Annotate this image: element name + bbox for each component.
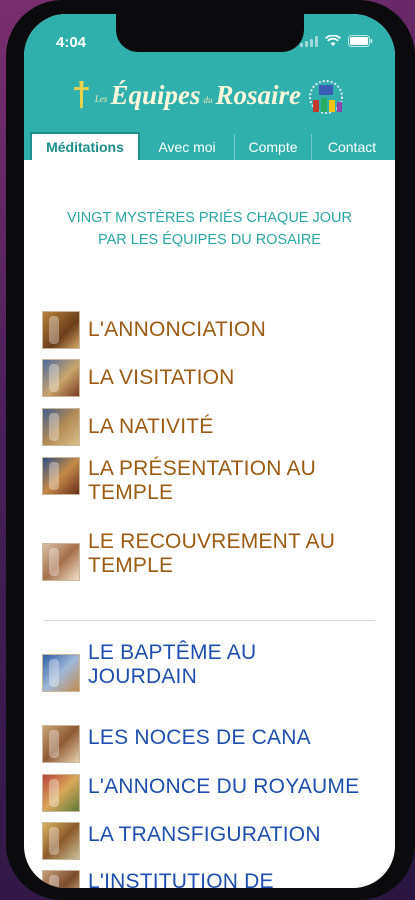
mystery-item-presentation[interactable]: LA PRÉSENTATION AU TEMPLE <box>42 457 358 505</box>
eucharistie-fresco-icon <box>42 870 80 888</box>
mystery-item-royaume[interactable]: L'ANNONCE DU ROYAUME <box>42 774 359 812</box>
battery-icon <box>348 35 373 47</box>
status-time: 4:04 <box>56 34 87 51</box>
mystery-item-visitation[interactable]: LA VISITATION <box>42 359 235 397</box>
visitation-fresco-icon <box>42 359 80 397</box>
mystery-label: LE RECOUVREMENT AU TEMPLE <box>88 530 336 577</box>
mystery-item-bapteme[interactable]: LE BAPTÊME AU JOURDAIN <box>42 641 358 692</box>
mystery-item-cana[interactable]: LES NOCES DE CANA <box>42 725 311 763</box>
mystery-label: LE BAPTÊME AU JOURDAIN <box>88 641 257 688</box>
mystery-item-annonciation[interactable]: L'ANNONCIATION <box>42 311 266 349</box>
bapteme-fresco-icon <box>42 654 80 692</box>
cross-icon: † <box>72 76 91 114</box>
tab-compte[interactable]: Compte <box>234 134 311 160</box>
intro-text: VINGT MYSTÈRES PRIÉS CHAQUE JOUR PAR LES… <box>24 207 395 251</box>
logo-les: Les <box>94 94 108 104</box>
tab-bar: Méditations Avec moi Compte Contact <box>24 130 395 160</box>
cana-fresco-icon <box>42 725 80 763</box>
mystery-item-transfiguration[interactable]: LA TRANSFIGURATION <box>42 822 321 860</box>
intro-line-2: PAR LES ÉQUIPES DU ROSAIRE <box>98 232 321 248</box>
mystery-item-eucharistie[interactable]: L'INSTITUTION DE L'EUCHARISTIE <box>42 870 358 888</box>
camera-notch <box>116 14 304 52</box>
logo-du: du <box>203 95 213 105</box>
mystery-label: L'ANNONCIATION <box>88 318 266 341</box>
annonciation-fresco-icon <box>42 311 80 349</box>
mystery-label: LA TRANSFIGURATION <box>88 823 321 846</box>
transfiguration-fresco-icon <box>42 822 80 860</box>
royaume-fresco-icon <box>42 774 80 812</box>
status-bar: 4:04 <box>24 14 395 68</box>
nativite-fresco-icon <box>42 408 80 446</box>
wifi-icon <box>325 35 341 47</box>
mystery-label: L'ANNONCE DU ROYAUME <box>88 775 360 798</box>
mystery-label: LA VISITATION <box>88 366 235 389</box>
mystery-label: LES NOCES DE CANA <box>88 726 311 749</box>
logo-rosaire: Rosaire <box>215 79 301 110</box>
recouvrement-fresco-icon <box>42 543 80 581</box>
phone-screen: 4:04 † Les Équipes du Rosaire Méditation… <box>24 14 395 888</box>
mystery-label: L'INSTITUTION DE L'EUCHARISTIE <box>88 870 274 888</box>
rosary-emblem-icon <box>309 80 343 114</box>
app-header: † Les Équipes du Rosaire <box>24 68 395 134</box>
signal-icon <box>300 35 318 47</box>
tab-contact[interactable]: Contact <box>311 134 392 160</box>
section-divider <box>44 620 375 621</box>
mystery-label: LA NATIVITÉ <box>88 415 214 438</box>
mystery-item-recouvrement[interactable]: LE RECOUVREMENT AU TEMPLE <box>42 530 358 581</box>
mystery-label: LA PRÉSENTATION AU TEMPLE <box>88 457 317 504</box>
mystery-item-nativite[interactable]: LA NATIVITÉ <box>42 408 214 446</box>
tab-avec-moi[interactable]: Avec moi <box>140 134 234 160</box>
tab-meditations[interactable]: Méditations <box>30 132 140 160</box>
presentation-fresco-icon <box>42 457 80 495</box>
status-icons <box>300 35 373 47</box>
logo-equipes: Équipes <box>110 79 201 110</box>
app-logo[interactable]: † Les Équipes du Rosaire <box>72 78 301 112</box>
intro-line-1: VINGT MYSTÈRES PRIÉS CHAQUE JOUR <box>67 210 352 226</box>
